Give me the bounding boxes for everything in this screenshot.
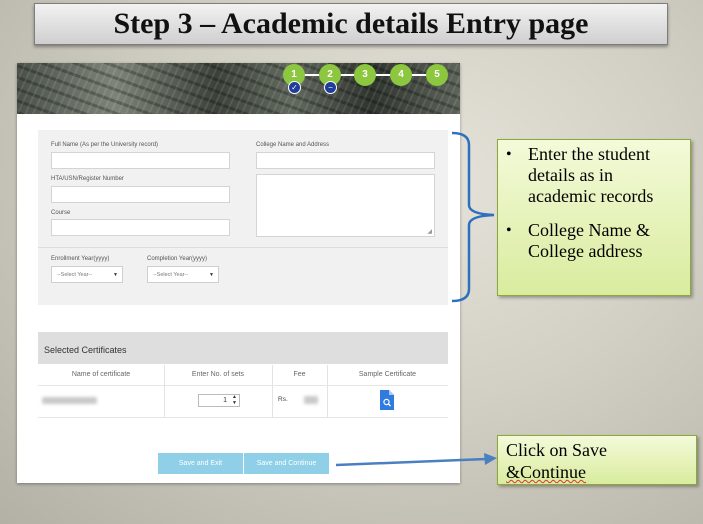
bracket bbox=[451, 131, 495, 303]
callout-save-continue: Click on Save &Continue bbox=[497, 435, 697, 485]
arrow-head bbox=[484, 453, 497, 465]
note-line-1: Click on Save bbox=[506, 440, 607, 460]
bullet-icon: • bbox=[506, 222, 512, 239]
bullet-item: • Enter the student details as in academi… bbox=[506, 144, 654, 206]
bullet-item: • College Name & College address bbox=[506, 220, 650, 261]
callout-bullets: • Enter the student details as in academi… bbox=[497, 139, 691, 296]
note-line-2: &Continue bbox=[506, 462, 586, 482]
bullet-icon: • bbox=[506, 146, 512, 163]
arrow-line bbox=[335, 457, 487, 467]
